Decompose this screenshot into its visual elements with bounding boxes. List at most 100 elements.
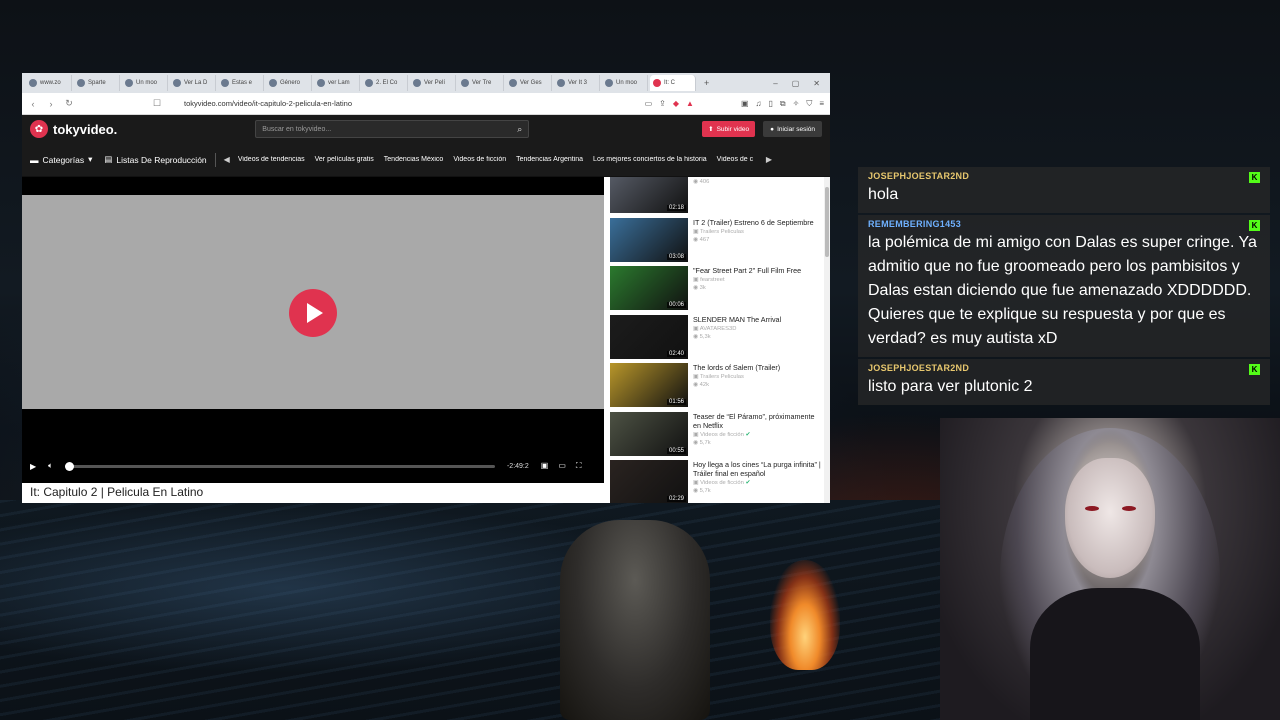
url-field[interactable]: tokyvideo.com/video/it-capitulo-2-pelicu…: [184, 99, 352, 108]
video-canvas[interactable]: [22, 195, 604, 409]
eye-icon: ◉: [693, 439, 700, 446]
related-video-title[interactable]: Teaser de “El Páramo”, próximamente en N…: [693, 412, 822, 430]
browser-tab[interactable]: Un moo: [602, 75, 648, 91]
related-video-title[interactable]: IT 2 (Trailer) Estreno 6 de Septiembre: [693, 218, 814, 227]
browser-tab[interactable]: Ver Ges: [506, 75, 552, 91]
channel-name[interactable]: ▣ Trailers Peliculas: [693, 374, 780, 380]
share-icon[interactable]: ⇪: [659, 99, 666, 109]
chevron-right-icon[interactable]: ▶: [766, 155, 772, 164]
categories-dropdown[interactable]: ▬ Categorías ▾: [30, 154, 92, 165]
scrollbar-thumb[interactable]: [825, 187, 829, 257]
related-video-item[interactable]: 03:08 IT 2 (Trailer) Estreno 6 de Septiem…: [610, 217, 822, 267]
copy-icon[interactable]: ⧉: [780, 99, 786, 109]
brave-shield-icon[interactable]: ◆: [673, 99, 679, 109]
back-icon[interactable]: ‹: [28, 99, 38, 109]
upload-video-button[interactable]: ⬆ Subir video: [702, 121, 756, 137]
related-video-title[interactable]: "Fear Street Part 2" Full Film Free: [693, 266, 801, 275]
related-video-item[interactable]: 02:29 Hoy llega a los cines “La purga inf…: [610, 460, 822, 503]
browser-tab[interactable]: Ver La D: [170, 75, 216, 91]
big-play-button[interactable]: [289, 289, 337, 337]
search-input[interactable]: Buscar en tokyvideo... ⌕: [255, 120, 530, 138]
pip-icon[interactable]: ▣: [541, 461, 549, 471]
browser-tab[interactable]: Sparte: [74, 75, 120, 91]
play-icon[interactable]: ▶: [30, 462, 36, 471]
theater-icon[interactable]: ▭: [558, 461, 566, 471]
reload-icon[interactable]: ↻: [64, 98, 74, 109]
related-video-title[interactable]: The lords of Salem (Trailer): [693, 363, 780, 372]
trend-link[interactable]: Videos de tendencias: [238, 156, 305, 163]
cast-icon[interactable]: ▭: [645, 99, 653, 109]
trend-link[interactable]: Videos de ficción: [453, 156, 506, 163]
view-count: ◉ 42k: [693, 382, 780, 388]
video-thumbnail[interactable]: 00:55: [610, 411, 688, 456]
browser-tab[interactable]: Ver Pelí: [410, 75, 456, 91]
chat-message: JOSEPHJOESTAR2ND listo para ver plutonic …: [858, 359, 1270, 405]
tab-label: Género: [280, 80, 301, 86]
channel-name[interactable]: ▣ Videos de ficción ✔: [693, 432, 822, 438]
view-count-label: 42k: [699, 382, 710, 388]
browser-tab[interactable]: www.zo: [26, 75, 72, 91]
browser-tab[interactable]: ver Lam: [314, 75, 360, 91]
new-tab-button[interactable]: +: [704, 78, 709, 88]
minimize-icon[interactable]: –: [773, 79, 777, 88]
menu-icon[interactable]: ≡: [819, 99, 824, 109]
site-logo[interactable]: tokyvideo.: [53, 122, 117, 137]
fullscreen-icon[interactable]: ⛶: [576, 461, 582, 471]
channel-name[interactable]: ▣ Trailers Peliculas: [693, 229, 814, 235]
trend-link[interactable]: Ver películas gratis: [315, 156, 374, 163]
webcam-eye: [1122, 506, 1136, 511]
browser-tab[interactable]: Un moo: [122, 75, 168, 91]
browser-tab[interactable]: Estas e: [218, 75, 264, 91]
eye-icon: ◉: [693, 488, 700, 494]
video-thumbnail[interactable]: 00:06: [610, 266, 688, 310]
favicon-icon: [365, 79, 373, 87]
browser-tab[interactable]: Género: [266, 75, 312, 91]
seek-bar[interactable]: [64, 461, 495, 471]
related-video-item[interactable]: 00:06 "Fear Street Part 2" Full Film Free…: [610, 266, 822, 315]
related-video-title[interactable]: SLENDER MAN The Arrival: [693, 315, 781, 324]
volume-icon[interactable]: 🔈︎: [48, 461, 53, 471]
related-video-item[interactable]: 02:40 SLENDER MAN The Arrival ▣ AVATARES3D…: [610, 314, 822, 364]
trend-link[interactable]: Tendencias México: [384, 156, 444, 163]
chevron-left-icon[interactable]: ◀: [224, 155, 230, 164]
video-thumbnail[interactable]: 02:18: [610, 177, 688, 213]
related-video-item[interactable]: 01:56 The lords of Salem (Trailer) ▣ Trail…: [610, 363, 822, 412]
related-video-item[interactable]: 00:55 Teaser de “El Páramo”, próximamente…: [610, 411, 822, 461]
video-thumbnail[interactable]: 03:08: [610, 217, 688, 262]
login-button[interactable]: ● Iniciar sesión: [763, 121, 822, 137]
sidebar-icon[interactable]: ▣: [741, 99, 749, 109]
reader-icon[interactable]: ▯: [769, 99, 773, 109]
ai-icon[interactable]: ✧: [793, 99, 800, 109]
music-icon[interactable]: ♫: [756, 99, 762, 109]
trend-link[interactable]: Los mejores conciertos de la historia: [593, 156, 707, 163]
browser-tab[interactable]: 2. El Co: [362, 75, 408, 91]
channel-name[interactable]: ▣ AVATARES3D: [693, 326, 781, 332]
video-thumbnail[interactable]: 02:29: [610, 460, 688, 503]
browser-tab[interactable]: Ver Tre: [458, 75, 504, 91]
related-video-title[interactable]: Hoy llega a los cines “La purga infinita…: [693, 460, 822, 478]
channel-name[interactable]: ▣ fearstreet: [693, 277, 801, 283]
related-video-item[interactable]: 02:18▣ Trailers Peliculas◉ 406: [610, 177, 822, 218]
logo-icon[interactable]: ✿: [30, 120, 48, 138]
bookmark-icon[interactable]: ☐: [152, 98, 162, 109]
trend-link[interactable]: Videos de c: [717, 156, 753, 163]
maximize-icon[interactable]: ▢: [792, 79, 800, 88]
vpn-icon[interactable]: ⛉: [806, 99, 812, 109]
trend-link[interactable]: Tendencias Argentina: [516, 156, 583, 163]
view-count-label: 5,7k: [699, 488, 711, 494]
search-icon[interactable]: ⌕: [517, 124, 522, 135]
tab-strip: www.zo Sparte Un moo Ver La D Estas e Género v…: [22, 73, 830, 93]
close-icon[interactable]: ✕: [813, 79, 820, 88]
channel-name[interactable]: ▣ Videos de ficción ✔: [693, 480, 822, 486]
playlists-button[interactable]: ▤ Listas De Reproducción: [104, 154, 206, 165]
background-knight-figure: [560, 520, 710, 720]
browser-tab[interactable]: Ver It 3: [554, 75, 600, 91]
scrollbar[interactable]: [824, 177, 830, 503]
video-thumbnail[interactable]: 01:56: [610, 363, 688, 407]
seek-handle[interactable]: [64, 461, 74, 471]
browser-tab[interactable]: It: C: [650, 75, 696, 91]
forward-icon[interactable]: ›: [46, 99, 56, 109]
video-thumbnail[interactable]: 02:40: [610, 314, 688, 359]
video-player[interactable]: ▶ 🔈︎ -2:49:2 ▣ ▭ ⛶ It: Capitulo 2 | Peli…: [22, 177, 604, 503]
rewards-icon[interactable]: ▲: [686, 99, 694, 109]
